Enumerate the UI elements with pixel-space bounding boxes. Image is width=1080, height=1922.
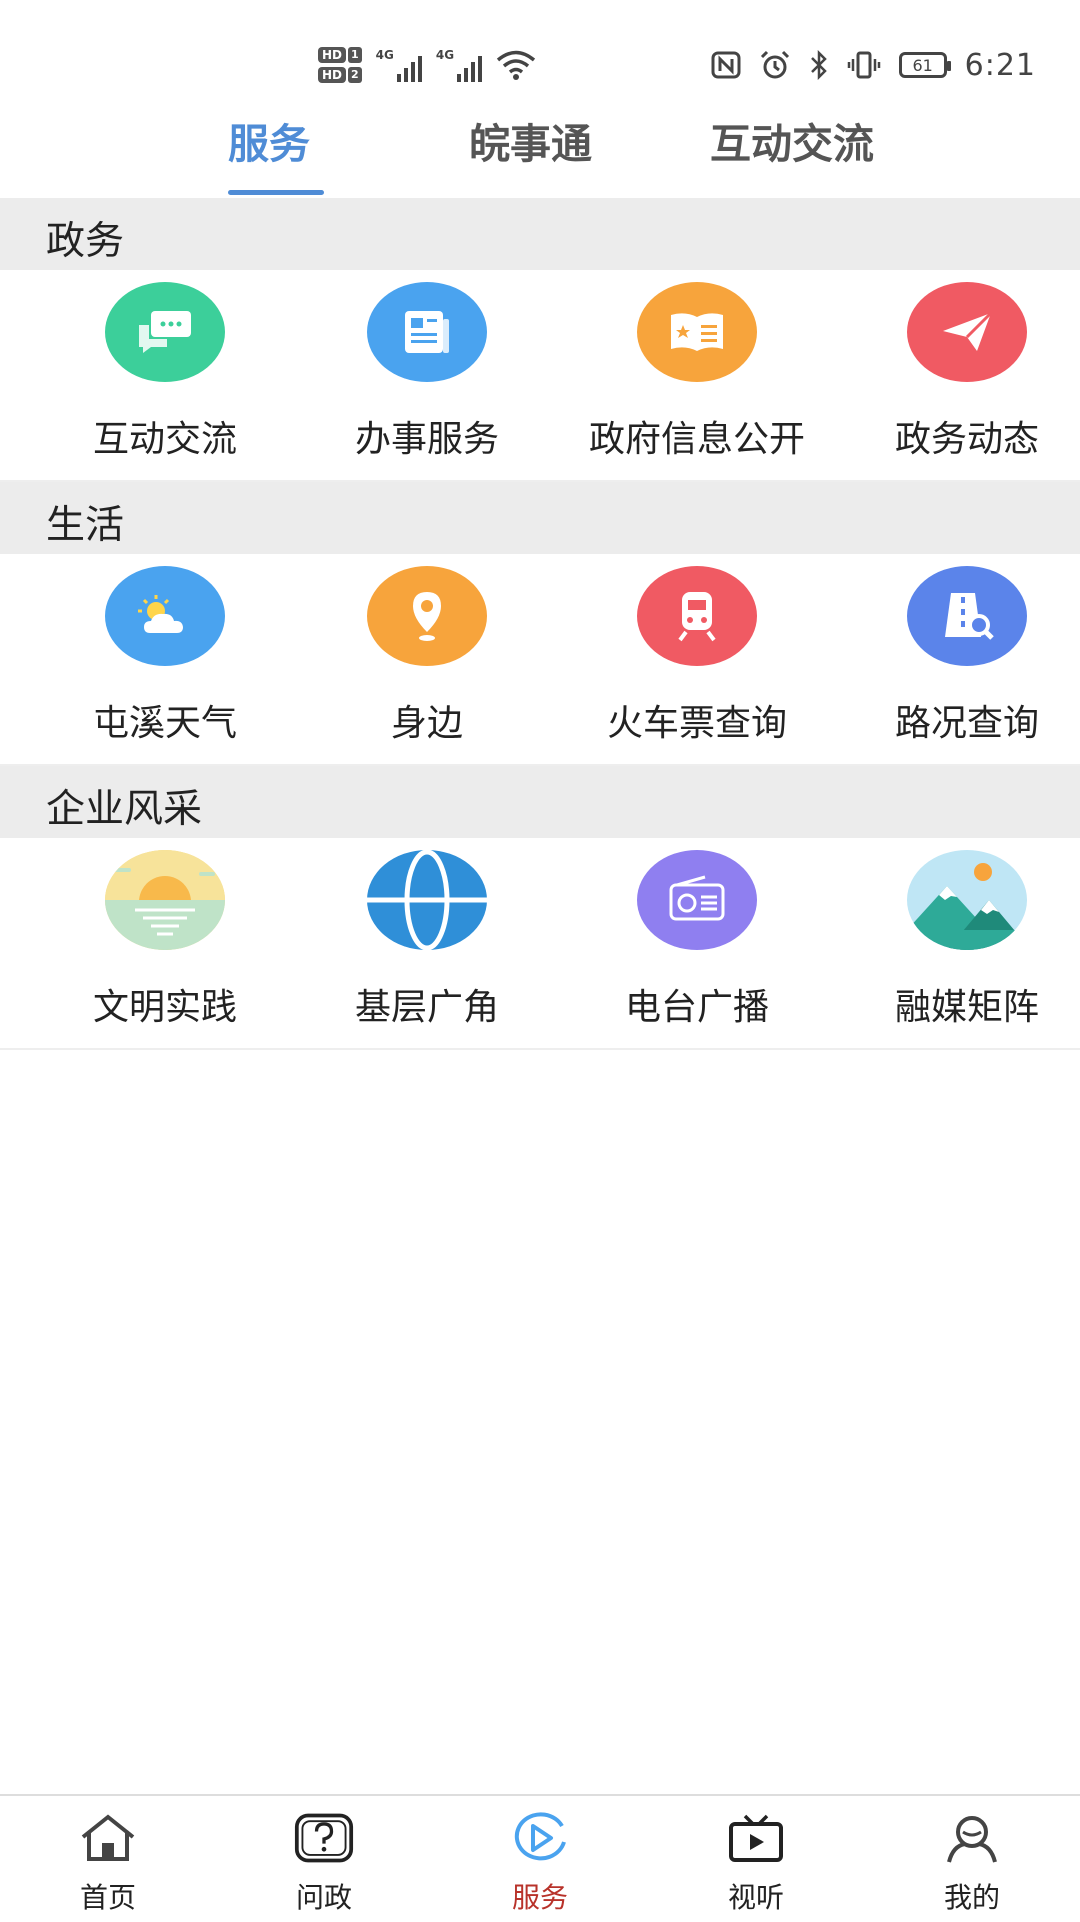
nav-service[interactable]: 服务 xyxy=(432,1796,648,1922)
nav-label: 视听 xyxy=(727,1881,784,1914)
service-item-label: 火车票查询 xyxy=(606,703,787,744)
status-bar-left: HD 1 HD 2 4G 4G xyxy=(318,40,536,90)
tv-icon xyxy=(726,1810,786,1866)
battery-level: 61 xyxy=(912,55,933,75)
hd2-indicator: HD 2 xyxy=(318,67,362,83)
signal-2-label: 4G xyxy=(435,48,455,62)
nav-home[interactable]: 首页 xyxy=(0,1796,216,1922)
tab-wanshitong[interactable]: 皖事通 xyxy=(469,110,592,170)
signal-1-icon: 4G xyxy=(376,48,422,82)
service-item-label: 电台广播 xyxy=(624,987,769,1028)
signal-2-icon: 4G xyxy=(435,48,483,82)
service-item-label: 文明实践 xyxy=(92,987,237,1028)
service-item-label: 屯溪天气 xyxy=(92,703,237,744)
service-item[interactable]: 屯溪天气 xyxy=(30,554,300,766)
hd-indicators: HD 1 HD 2 xyxy=(318,47,362,83)
service-item[interactable]: 基层广角 xyxy=(292,838,562,1050)
hd1-num: 1 xyxy=(348,47,362,63)
top-tabs: 服务 皖事通 互动交流 xyxy=(0,100,1080,196)
service-item-label: 政务动态 xyxy=(894,419,1039,460)
service-item[interactable]: 文明实践 xyxy=(30,838,300,1050)
document-icon xyxy=(367,282,487,382)
hd1-indicator: HD 1 xyxy=(318,47,362,63)
service-item-label: 办事服务 xyxy=(354,419,499,460)
bottom-navigation: 首页 问政 服务 视听 我的 xyxy=(0,1794,1080,1922)
train-icon xyxy=(637,566,757,666)
hd2-label: HD xyxy=(318,67,347,83)
road-search-icon xyxy=(907,566,1027,666)
nav-label: 服务 xyxy=(511,1881,568,1914)
service-item[interactable]: 互动交流 xyxy=(30,270,300,482)
nav-mine[interactable]: 我的 xyxy=(864,1796,1080,1922)
service-item[interactable]: 政务动态 xyxy=(832,270,1080,482)
service-item[interactable]: 路况查询 xyxy=(832,554,1080,766)
user-icon xyxy=(942,1810,1002,1866)
wifi-icon xyxy=(496,50,536,80)
clock: 6:21 xyxy=(964,47,1036,83)
grid-life: 屯溪天气 身边 火车票查询 路况查询 xyxy=(0,554,1080,766)
service-item-label: 路况查询 xyxy=(894,703,1039,744)
service-item-label: 互动交流 xyxy=(92,419,237,460)
hd1-label: HD xyxy=(318,47,347,63)
battery-icon: 61 xyxy=(898,52,951,78)
home-icon xyxy=(78,1810,138,1866)
alarm-icon xyxy=(760,50,789,79)
service-item[interactable]: 办事服务 xyxy=(292,270,562,482)
location-pin-icon xyxy=(367,566,487,666)
nav-label: 问政 xyxy=(295,1881,352,1914)
service-item[interactable]: 身边 xyxy=(292,554,562,766)
section-divider xyxy=(0,1048,1080,1050)
globe-icon xyxy=(367,850,487,950)
service-item[interactable]: 政府信息公开 xyxy=(562,270,832,482)
service-item-label: 基层广角 xyxy=(354,987,499,1028)
section-title: 生活 xyxy=(46,503,125,548)
vibrate-icon xyxy=(847,51,880,79)
tab-interaction[interactable]: 互动交流 xyxy=(710,110,874,170)
active-tab-indicator xyxy=(228,190,324,195)
radio-icon xyxy=(637,850,757,950)
question-icon xyxy=(294,1810,354,1866)
status-bar-right: 61 6:21 xyxy=(711,40,1036,90)
weather-icon xyxy=(105,566,225,666)
service-item[interactable]: 火车票查询 xyxy=(562,554,832,766)
play-circle-icon xyxy=(510,1810,570,1866)
grid-government: 互动交流 办事服务 政府信息公开 政务动态 xyxy=(0,270,1080,482)
paper-plane-icon xyxy=(907,282,1027,382)
section-header-enterprise: 企业风采 xyxy=(0,766,1080,838)
section-title: 企业风采 xyxy=(46,787,203,832)
sunrise-icon xyxy=(105,850,225,950)
signal-1-label: 4G xyxy=(375,48,394,62)
hd2-num: 2 xyxy=(348,67,362,83)
service-item[interactable]: 电台广播 xyxy=(562,838,832,1050)
service-item-label: 政府信息公开 xyxy=(588,419,805,460)
nav-label: 首页 xyxy=(79,1881,136,1914)
chat-bubbles-icon xyxy=(105,282,225,382)
open-book-icon xyxy=(637,282,757,382)
mountains-icon xyxy=(907,850,1027,950)
service-item[interactable]: 融媒矩阵 xyxy=(832,838,1080,1050)
section-header-government: 政务 xyxy=(0,198,1080,270)
section-header-life: 生活 xyxy=(0,482,1080,554)
service-item-label: 身边 xyxy=(390,703,463,744)
nav-shiting[interactable]: 视听 xyxy=(648,1796,864,1922)
service-item-label: 融媒矩阵 xyxy=(894,987,1039,1028)
nfc-icon xyxy=(711,51,741,79)
grid-enterprise: 文明实践 基层广角 电台广播 融媒矩阵 xyxy=(0,838,1080,1050)
nav-wenzheng[interactable]: 问政 xyxy=(216,1796,432,1922)
nav-label: 我的 xyxy=(943,1881,1000,1914)
tab-service[interactable]: 服务 xyxy=(228,110,310,170)
section-title: 政务 xyxy=(46,219,125,264)
bluetooth-icon xyxy=(810,50,827,80)
